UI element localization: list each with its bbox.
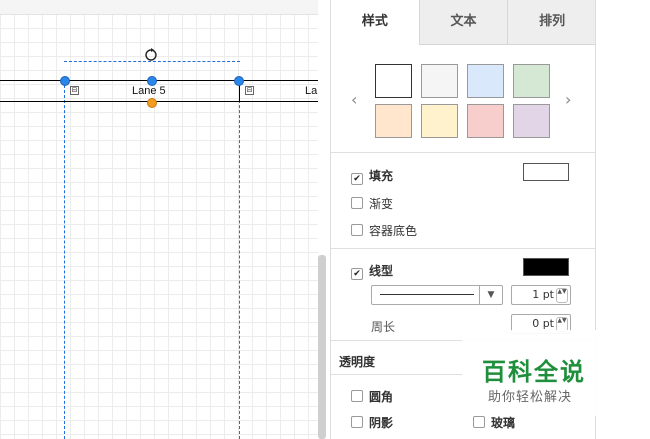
fill-label: 填充 bbox=[369, 169, 394, 183]
swatch-prev-icon[interactable]: ‹ bbox=[351, 90, 357, 109]
container-bg-row: 容器底色 bbox=[351, 222, 417, 239]
divider bbox=[331, 152, 596, 153]
rotate-icon[interactable] bbox=[144, 47, 158, 61]
glass-label: 玻璃 bbox=[491, 416, 516, 430]
connection-handle[interactable] bbox=[147, 98, 157, 108]
resize-handle[interactable] bbox=[60, 76, 70, 86]
fill-checkbox[interactable]: ✔ bbox=[351, 173, 363, 185]
selection-outline-left bbox=[64, 80, 65, 439]
lane-header-top-line bbox=[0, 80, 318, 81]
lane-label[interactable]: Lane 5 bbox=[132, 85, 166, 97]
swatch[interactable] bbox=[513, 64, 550, 98]
container-bg-label: 容器底色 bbox=[369, 224, 418, 238]
diagram-canvas[interactable]: ⊟ Lane 5 ⊟ La bbox=[0, 0, 318, 439]
line-style-select[interactable]: ▼ bbox=[371, 285, 503, 305]
rounded-label: 圆角 bbox=[369, 390, 394, 404]
watermark-title: 百科全说 bbox=[482, 358, 586, 386]
lane-label[interactable]: La bbox=[305, 85, 317, 97]
watermark: 百科全说 助你轻松解决 bbox=[462, 330, 626, 416]
rounded-checkbox[interactable] bbox=[351, 390, 363, 402]
fill-row: ✔ 填充 bbox=[351, 167, 393, 185]
gradient-row: 渐变 bbox=[351, 195, 393, 212]
perimeter-value: 0 pt bbox=[532, 317, 554, 330]
line-style-preview bbox=[380, 294, 474, 295]
shadow-label: 阴影 bbox=[369, 416, 394, 430]
gradient-checkbox[interactable] bbox=[351, 197, 363, 209]
line-color-button[interactable] bbox=[523, 258, 569, 276]
dropdown-arrow-icon[interactable]: ▼ bbox=[479, 286, 502, 304]
line-row: ✔ 线型 bbox=[351, 262, 393, 280]
perimeter-label: 周长 bbox=[371, 320, 396, 334]
shadow-row: 阴影 bbox=[351, 414, 393, 431]
gradient-label: 渐变 bbox=[369, 197, 394, 211]
shadow-checkbox[interactable] bbox=[351, 416, 363, 428]
lane-header-bottom-line bbox=[0, 101, 318, 102]
swatch[interactable] bbox=[467, 64, 504, 98]
resize-handle[interactable] bbox=[147, 76, 157, 86]
glass-row: 玻璃 bbox=[473, 414, 515, 431]
canvas-top-strip bbox=[0, 0, 318, 15]
divider bbox=[331, 248, 596, 249]
perimeter-row: 周长 bbox=[371, 318, 395, 335]
watermark-subtitle: 助你轻松解决 bbox=[488, 390, 573, 405]
tab-style[interactable]: 样式 bbox=[331, 0, 419, 45]
swatch[interactable] bbox=[467, 104, 504, 138]
spinner-icon[interactable]: ▲▼ bbox=[556, 288, 568, 303]
selection-outline-right bbox=[239, 80, 240, 439]
swatch-next-icon[interactable]: › bbox=[565, 90, 571, 109]
container-bg-checkbox[interactable] bbox=[351, 224, 363, 236]
resize-handle[interactable] bbox=[234, 76, 244, 86]
tab-arrange[interactable]: 排列 bbox=[507, 0, 597, 45]
panel-scrollbar[interactable] bbox=[318, 255, 326, 439]
rounded-row: 圆角 bbox=[351, 388, 393, 405]
swatch[interactable] bbox=[421, 104, 458, 138]
lane-collapse-button[interactable]: ⊟ bbox=[245, 86, 254, 95]
lane-collapse-button[interactable]: ⊟ bbox=[70, 86, 79, 95]
swatch[interactable] bbox=[421, 64, 458, 98]
swatch[interactable] bbox=[513, 104, 550, 138]
selection-outline-top bbox=[64, 61, 240, 62]
line-width-value: 1 pt bbox=[532, 288, 554, 301]
panel-tabs: 样式 文本 排列 bbox=[331, 0, 597, 45]
line-checkbox[interactable]: ✔ bbox=[351, 268, 363, 280]
opacity-row: 透明度 bbox=[339, 353, 375, 370]
fill-color-button[interactable] bbox=[523, 163, 569, 181]
swatch[interactable] bbox=[375, 64, 412, 98]
swatch[interactable] bbox=[375, 104, 412, 138]
line-label: 线型 bbox=[369, 264, 394, 278]
opacity-label: 透明度 bbox=[339, 355, 376, 369]
line-width-input[interactable]: 1 pt ▲▼ bbox=[511, 285, 571, 305]
tab-text[interactable]: 文本 bbox=[418, 0, 508, 45]
glass-checkbox[interactable] bbox=[473, 416, 485, 428]
